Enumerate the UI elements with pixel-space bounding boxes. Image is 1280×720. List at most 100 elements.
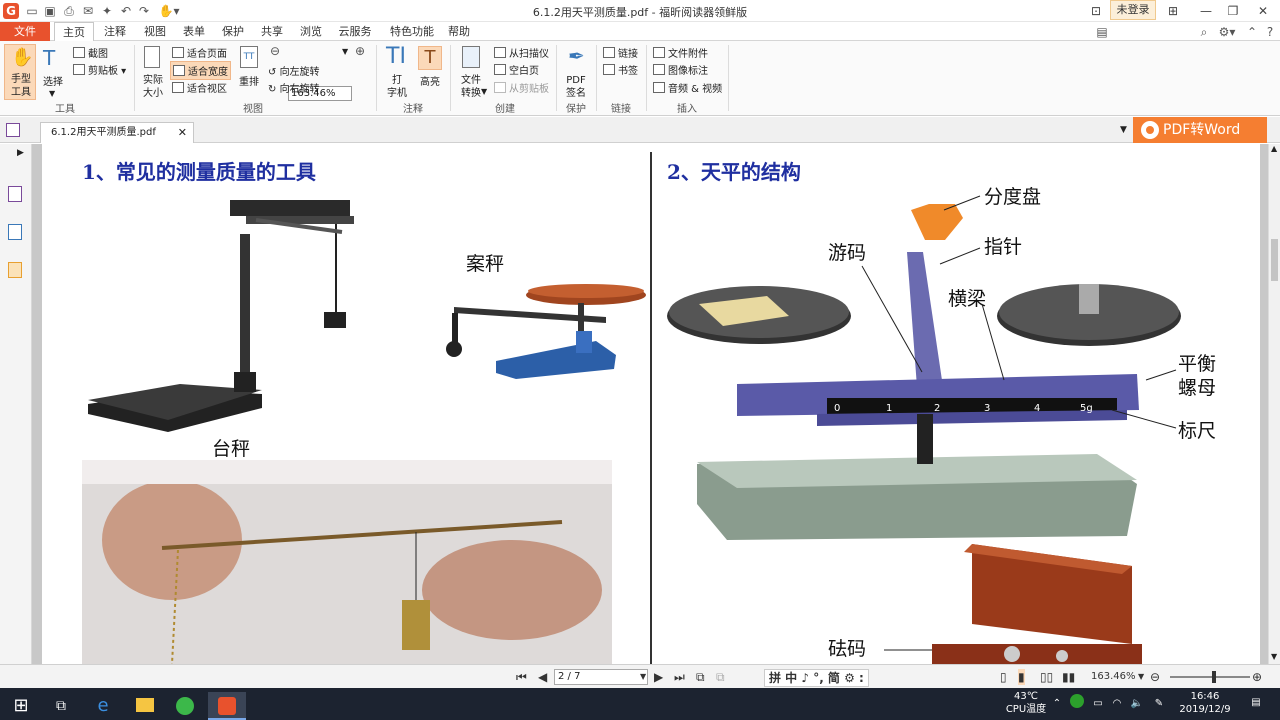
battery-icon[interactable]: ▭ (1090, 697, 1106, 710)
close-button[interactable]: ✕ (1252, 2, 1274, 20)
start-windows-icon[interactable]: ⊞ (2, 692, 40, 720)
nav-panel-icon[interactable] (6, 123, 20, 137)
actual-size-button[interactable]: 实际 大小 (140, 44, 166, 100)
pen-workspace-icon[interactable]: ✎ (1152, 697, 1166, 710)
menu-view[interactable]: 视图 (137, 22, 173, 41)
group-comment-label: 注释 (403, 104, 423, 115)
edge-browser-icon[interactable]: e (84, 692, 122, 720)
page-thumbnail-icon[interactable] (8, 186, 22, 202)
fit-visible-button[interactable]: 适合视区 (172, 80, 227, 95)
tray-expand-icon[interactable]: ⌃ (1050, 697, 1064, 710)
volume-icon[interactable]: 🔈 (1130, 697, 1144, 710)
file-attachment-button[interactable]: 文件附件 (653, 45, 708, 60)
file-convert-button[interactable]: 文件 转换 ▼ (455, 44, 487, 100)
menu-file[interactable]: 文件 (0, 22, 50, 41)
single-page-icon[interactable]: ▯ (1000, 669, 1007, 685)
menu-form[interactable]: 表单 (176, 22, 212, 41)
document-viewport[interactable]: 1、常见的测量质量的工具 2、天平的结构 台秤 案秤 0 1 2 3 4 5g … (32, 144, 1268, 664)
menu-home[interactable]: 主页 (54, 22, 94, 42)
layers-icon[interactable] (8, 224, 22, 240)
screenshot-button[interactable]: 截图 (73, 45, 108, 60)
ribbon-separator (596, 45, 597, 111)
restore-tab-icon[interactable]: ⊡ (1085, 2, 1107, 20)
scroll-down-icon[interactable]: ▼ (1271, 652, 1277, 661)
continuous-facing-icon[interactable]: ▮▮ (1062, 669, 1075, 685)
file-explorer-icon[interactable] (126, 692, 164, 720)
hand-tool-button[interactable]: ✋ 手型 工具 (4, 44, 36, 100)
hand-icon: ✋ (11, 47, 34, 68)
page-number-input[interactable]: 2 / 7 (554, 669, 648, 685)
last-page-icon[interactable]: ⏭ (674, 669, 685, 685)
foxit-reader-taskbar-icon[interactable] (208, 692, 246, 720)
facing-page-icon[interactable]: ▯▯ (1040, 669, 1053, 685)
highlight-button[interactable]: T 高亮 (416, 44, 444, 100)
document-tab[interactable]: 6.1.2用天平测质量.pdf ✕ (40, 122, 194, 143)
zoom-slider[interactable] (1170, 671, 1250, 683)
zoom-dropdown-icon[interactable]: ▼ (1138, 669, 1144, 685)
pdf-to-word-button[interactable]: PDF转Word (1133, 117, 1267, 143)
from-clipboard-button[interactable]: 从剪贴板 (494, 80, 549, 95)
task-view-icon[interactable]: ⧉ (42, 692, 80, 720)
menu-protect[interactable]: 保护 (215, 22, 251, 41)
prev-view-icon[interactable]: ⧉ (696, 669, 705, 685)
prev-page-icon[interactable]: ◀ (538, 669, 547, 685)
group-view-label: 视图 (243, 104, 263, 115)
rotate-left-button[interactable]: ↺ 向左旋转 (268, 63, 320, 78)
scroll-up-icon[interactable]: ▲ (1271, 144, 1277, 153)
zoom-out-icon[interactable]: ⊖ (1150, 669, 1160, 685)
zoom-in-icon[interactable]: ⊕ (1252, 669, 1262, 685)
tab-list-dropdown-icon[interactable]: ▼ (1120, 125, 1127, 135)
wifi-icon[interactable]: ◠ (1110, 697, 1124, 710)
blank-page-button[interactable]: 空白页 (494, 62, 539, 77)
menu-browse[interactable]: 浏览 (293, 22, 329, 41)
audio-video-button[interactable]: 音频 & 视频 (653, 80, 722, 95)
menu-share[interactable]: 共享 (254, 22, 290, 41)
rotate-right-button[interactable]: ↻ 向右旋转 (268, 80, 320, 95)
bookmark-button[interactable]: 书签 (603, 62, 638, 77)
clipboard-button[interactable]: 剪贴板 ▾ (73, 62, 126, 77)
security-tray-icon[interactable] (1070, 694, 1084, 708)
continuous-page-icon[interactable]: ▮ (1018, 669, 1025, 685)
first-page-icon[interactable]: ⏮ (516, 669, 527, 685)
notification-icon[interactable]: ▤ (1248, 696, 1264, 709)
close-tab-icon[interactable]: ✕ (178, 123, 187, 142)
page-dropdown-icon[interactable]: ▼ (640, 669, 646, 685)
menu-features[interactable]: 特色功能 (384, 22, 440, 41)
typewriter-button[interactable]: TI 打 字机 (382, 44, 412, 100)
collapse-ribbon-icon[interactable]: ⌃ (1244, 24, 1260, 40)
search-icon[interactable]: ⌕ (1196, 24, 1212, 40)
menu-comment[interactable]: 注释 (97, 22, 133, 41)
fit-width-button[interactable]: 适合宽度 (170, 61, 231, 80)
minimize-button[interactable]: — (1195, 2, 1217, 20)
scroll-thumb[interactable] (1271, 239, 1278, 281)
typewriter-icon: TI (386, 44, 406, 69)
grid-icon[interactable]: ⊞ (1162, 2, 1184, 20)
reflow-button[interactable]: TT 重排 (236, 44, 262, 100)
zoom-dropdown-icon[interactable]: ▼ (342, 47, 348, 56)
image-annotation-button[interactable]: 图像标注 (653, 62, 708, 77)
link-button[interactable]: 链接 (603, 45, 638, 60)
fit-page-button[interactable]: 适合页面 (172, 45, 227, 60)
help-icon[interactable]: ? (1262, 24, 1278, 40)
zoom-slider-knob[interactable] (1212, 671, 1216, 683)
clock[interactable]: 16:46 2019/12/9 (1172, 690, 1238, 716)
from-scanner-button[interactable]: 从扫描仪 (494, 45, 549, 60)
search-doc-icon[interactable]: ▤ (1094, 24, 1110, 40)
reflow-icon: TT (240, 46, 258, 68)
pdf-sign-button[interactable]: ✒ PDF 签名 (560, 44, 592, 100)
maximize-button[interactable]: ❐ (1222, 2, 1244, 20)
settings-icon[interactable]: ⚙▾ (1216, 24, 1238, 40)
zoom-out-icon[interactable]: ⊖ (270, 44, 280, 58)
menu-help[interactable]: 帮助 (444, 22, 474, 41)
next-view-icon[interactable]: ⧉ (716, 669, 725, 685)
expand-panel-icon[interactable]: ▶ (17, 148, 24, 158)
select-button[interactable]: T 选择 ▼ (40, 44, 66, 100)
browser-360-icon[interactable] (166, 692, 204, 720)
ime-toolbar[interactable]: 拼 中 ♪ °, 简 ⚙ : (764, 669, 869, 687)
login-button[interactable]: 未登录 (1110, 0, 1156, 20)
menu-cloud[interactable]: 云服务 (333, 22, 377, 41)
next-page-icon[interactable]: ▶ (654, 669, 663, 685)
comments-panel-icon[interactable] (8, 262, 22, 278)
vertical-scrollbar[interactable]: ▲ ▼ (1268, 144, 1280, 664)
zoom-in-icon[interactable]: ⊕ (355, 44, 365, 58)
